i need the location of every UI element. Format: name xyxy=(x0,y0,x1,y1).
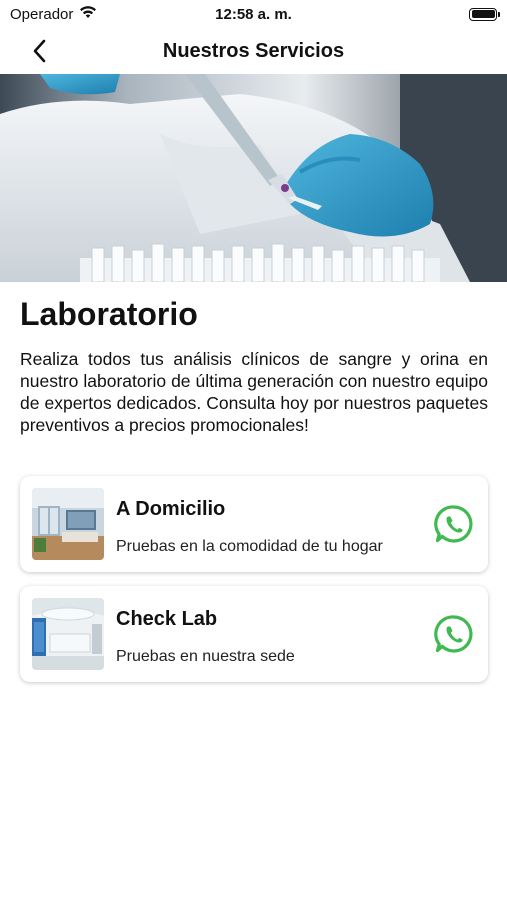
service-title: A Domicilio xyxy=(116,498,226,520)
page-title: Nuestros Servicios xyxy=(162,39,345,62)
carrier-label: Operador xyxy=(10,5,74,23)
section-description: Realiza todos tus análisis clínicos de s… xyxy=(20,349,488,435)
battery-icon xyxy=(469,7,500,21)
wifi-icon xyxy=(79,5,97,23)
hero-image xyxy=(0,74,507,282)
chevron-left-icon xyxy=(33,39,46,63)
service-title: Check Lab xyxy=(116,608,218,630)
clinic-interior-thumbnail xyxy=(32,598,104,670)
service-subtitle: Pruebas en la comodidad de tu hogar xyxy=(116,538,383,555)
whatsapp-icon[interactable] xyxy=(434,504,474,544)
service-card-domicilio[interactable]: A Domicilio Pruebas en la comodidad de t… xyxy=(20,476,488,572)
whatsapp-icon[interactable] xyxy=(434,614,474,654)
status-left: Operador xyxy=(10,5,97,23)
nav-bar: Nuestros Servicios xyxy=(0,28,507,74)
service-subtitle: Pruebas en nuestra sede xyxy=(116,648,295,665)
section-title: Laboratorio xyxy=(20,296,198,332)
service-card-check-lab[interactable]: Check Lab Pruebas en nuestra sede xyxy=(20,586,488,682)
back-button[interactable] xyxy=(24,36,54,66)
status-bar: Operador 12:58 a. m. xyxy=(0,0,507,28)
home-interior-thumbnail xyxy=(32,488,104,560)
